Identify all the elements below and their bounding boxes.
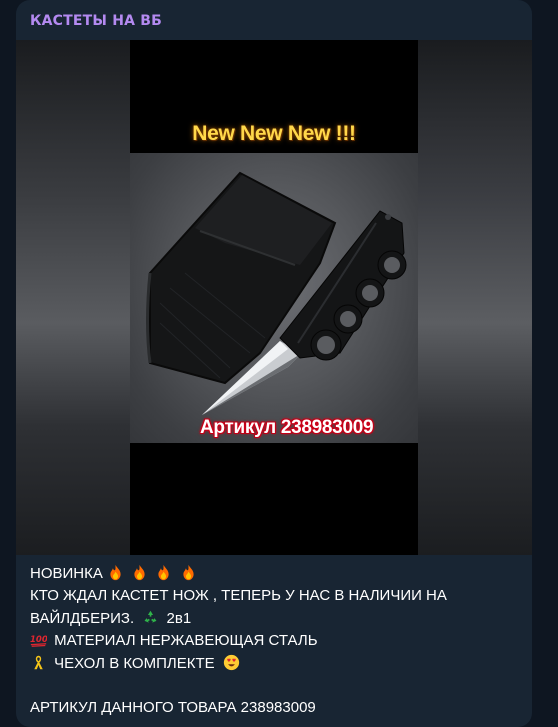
- fire-icon: [134, 564, 145, 581]
- media-blur-left: [16, 40, 130, 555]
- media-blur-right: [418, 40, 532, 555]
- caption-line-4: 100 МАТЕРИАЛ НЕРЖАВЕЮЩАЯ СТАЛЬ: [30, 630, 520, 652]
- caption-wildberries-text: ВАЙЛДБЕРИЗ.: [30, 609, 135, 627]
- heart-eyes-icon: [223, 654, 239, 670]
- yellow-ribbon-icon: [34, 655, 43, 669]
- caption-material-text: МАТЕРИАЛ НЕРЖАВЕЮЩАЯ СТАЛЬ: [54, 632, 318, 650]
- caption-line-2: КТО ЖДАЛ КАСТЕТ НОЖ , ТЕПЕРЬ У НАС В НАЛ…: [30, 587, 447, 605]
- caption-case-text: ЧЕХОЛ В КОМПЛЕКТЕ: [54, 654, 215, 672]
- caption-2in1-text: 2в1: [166, 609, 192, 627]
- message-caption: НОВИНКА КТО ЖДАЛ КАСТЕТ НОЖ , ТЕПЕРЬ У Н…: [30, 563, 520, 720]
- media-headline: New New New !!!: [192, 122, 356, 145]
- knife-with-pouch-image: [146, 171, 407, 415]
- caption-line-7: АРТИКУЛ ДАННОГО ТОВАРА 238983009: [30, 699, 316, 717]
- video-frame[interactable]: New New New !!! Артикул 238983009: [130, 40, 418, 555]
- media-preview[interactable]: New New New !!! Артикул 238983009: [16, 40, 532, 555]
- caption-line-3: ВАЙЛДБЕРИЗ. 2в1: [30, 608, 520, 630]
- caption-line-1: НОВИНКА: [30, 563, 520, 585]
- caption-new-label: НОВИНКА: [30, 565, 103, 582]
- caption-line-5: ЧЕХОЛ В КОМПЛЕКТЕ: [30, 653, 520, 675]
- fire-icon: [182, 564, 194, 581]
- hundred-points-icon: 100: [30, 635, 47, 648]
- article-label: Артикул 238983009: [200, 417, 374, 438]
- channel-name[interactable]: КАСТЕТЫ НА ВБ: [30, 13, 162, 29]
- fire-icon: [110, 564, 121, 581]
- product-photo: Артикул 238983009: [130, 153, 418, 443]
- recycle-icon: [144, 610, 157, 623]
- message-bubble: КАСТЕТЫ НА ВБ New New New !!! Артикул 23…: [16, 0, 532, 727]
- fire-icon: [158, 564, 169, 581]
